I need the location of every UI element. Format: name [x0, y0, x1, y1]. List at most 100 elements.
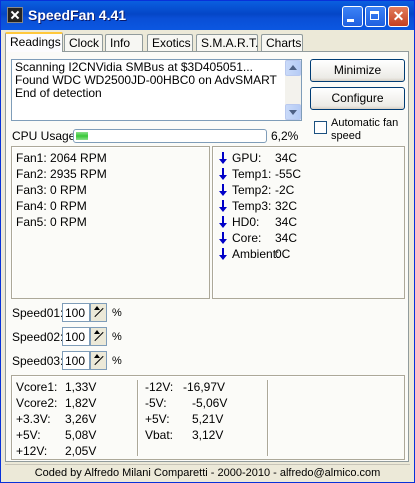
fan-readings: Fan1: 2064 RPM Fan2: 2935 RPM Fan3: 0 RP…: [11, 146, 210, 299]
temp-value: -2C: [275, 183, 295, 197]
voltage-value: 1,33V: [65, 380, 97, 394]
tab-info[interactable]: Info: [105, 34, 143, 51]
fan-value: 0 RPM: [50, 215, 87, 229]
close-icon: ✕: [392, 8, 405, 24]
log-text: Scanning I2CNVidia SMBus at $3D405051...…: [15, 61, 277, 100]
speed03-input[interactable]: 100: [62, 351, 90, 370]
voltage-label: +12V:: [16, 444, 48, 458]
speed02-spinner[interactable]: [90, 327, 107, 346]
cpu-usage-bar: [73, 129, 267, 143]
fan-label: Fan1:: [16, 151, 47, 165]
tab-charts[interactable]: Charts: [261, 34, 303, 51]
speed02-input[interactable]: 100: [62, 327, 90, 346]
voltage-readings: Vcore1: 1,33V Vcore2: 1,82V +3.3V: 3,26V…: [11, 375, 405, 460]
status-bar-credits: Coded by Alfredo Milani Comparetti - 200…: [5, 464, 410, 481]
voltage-label: -5V:: [145, 396, 167, 410]
temp-label: GPU:: [232, 151, 262, 165]
tab-smart[interactable]: S.M.A.R.T.: [196, 34, 258, 51]
log-scrollbar[interactable]: [285, 60, 301, 120]
voltage-value: 1,82V: [65, 396, 97, 410]
fan-value: 2064 RPM: [50, 151, 107, 165]
speedfan-app-icon[interactable]: [7, 7, 23, 23]
automatic-fan-speed-label[interactable]: Automatic fan speed: [331, 117, 409, 143]
voltage-label: +5V:: [16, 428, 41, 442]
voltage-label: Vbat:: [145, 428, 174, 442]
close-window-button[interactable]: ✕: [388, 6, 409, 27]
temp-label: HD0:: [232, 215, 260, 229]
voltage-value: -5,06V: [192, 396, 228, 410]
maximize-window-button[interactable]: [365, 6, 386, 27]
minimize-button[interactable]: Minimize: [310, 59, 405, 82]
temp-down-arrow-icon: [219, 200, 228, 213]
fan-label: Fan5:: [16, 215, 47, 229]
voltage-value: 3,12V: [192, 428, 224, 442]
temp-label: Core:: [232, 231, 262, 245]
fan-label: Fan3:: [16, 183, 47, 197]
speed03-spinner[interactable]: [90, 351, 107, 370]
speed01-input[interactable]: 100: [62, 303, 90, 322]
voltage-label: +5V:: [145, 412, 170, 426]
fan-value: 0 RPM: [50, 183, 87, 197]
temperature-readings: GPU: 34C Temp1: -55C Temp2: -2C Temp3: 3…: [212, 146, 405, 299]
title-bar[interactable]: SpeedFan 4.41 ✕: [1, 1, 414, 30]
temp-label: Temp3:: [232, 199, 272, 213]
speed01-spinner[interactable]: [90, 303, 107, 322]
voltage-column-divider: [137, 380, 138, 456]
voltage-value: 5,08V: [65, 428, 97, 442]
temp-label: Ambient:: [232, 247, 280, 261]
voltage-value: -16,97V: [183, 380, 226, 394]
speed01-label: Speed01:: [12, 306, 64, 320]
temp-label: Temp1:: [232, 167, 272, 181]
temp-value: -55C: [275, 167, 302, 181]
voltage-label: -12V:: [145, 380, 174, 394]
temp-value: 34C: [275, 231, 298, 245]
automatic-fan-speed-checkbox[interactable]: [314, 121, 327, 134]
speedfan-window: SpeedFan 4.41 ✕ Readings Clock Info Exot…: [0, 0, 415, 483]
fan-row: Fan5: 0 RPM: [16, 215, 87, 229]
tab-exotics[interactable]: Exotics: [147, 34, 193, 51]
scroll-down-button[interactable]: [285, 104, 301, 120]
voltage-column-divider: [267, 380, 268, 456]
fan-value: 0 RPM: [50, 199, 87, 213]
fan-value: 2935 RPM: [50, 167, 107, 181]
minimize-window-button[interactable]: [342, 6, 363, 27]
temp-down-arrow-icon: [219, 168, 228, 181]
voltage-value: 5,21V: [192, 412, 224, 426]
tab-strip: Readings Clock Info Exotics S.M.A.R.T. C…: [5, 32, 410, 52]
tab-clock[interactable]: Clock: [64, 34, 103, 51]
log-line: End of detection: [15, 86, 102, 100]
temp-value: 34C: [275, 151, 298, 165]
fan-label: Fan2:: [16, 167, 47, 181]
voltage-value: 3,26V: [65, 412, 97, 426]
tab-readings[interactable]: Readings: [5, 32, 63, 52]
temp-down-arrow-icon: [219, 232, 228, 245]
speed02-unit: %: [112, 331, 122, 343]
temp-label: Temp2:: [232, 183, 272, 197]
cpu-usage-fill: [76, 132, 88, 140]
voltage-label: Vcore1:: [16, 380, 58, 394]
temp-down-arrow-icon: [219, 248, 228, 261]
configure-button[interactable]: Configure: [310, 87, 405, 110]
voltage-label: +3.3V:: [16, 412, 51, 426]
temp-down-arrow-icon: [219, 184, 228, 197]
speed02-label: Speed02:: [12, 330, 64, 344]
speed01-unit: %: [112, 307, 122, 319]
speed03-label: Speed03:: [12, 354, 64, 368]
cpu-usage-value: 6,2%: [271, 129, 299, 143]
fan-row: Fan4: 0 RPM: [16, 199, 87, 213]
temp-value: 34C: [275, 215, 298, 229]
fan-row: Fan2: 2935 RPM: [16, 167, 107, 181]
speed03-unit: %: [112, 355, 122, 367]
voltage-label: Vcore2:: [16, 396, 58, 410]
scroll-track[interactable]: [285, 80, 301, 100]
fan-label: Fan4:: [16, 199, 47, 213]
fan-row: Fan1: 2064 RPM: [16, 151, 107, 165]
voltage-value: 2,05V: [65, 444, 97, 458]
window-title: SpeedFan 4.41: [28, 7, 127, 23]
temp-down-arrow-icon: [219, 216, 228, 229]
fan-row: Fan3: 0 RPM: [16, 183, 87, 197]
detection-log[interactable]: Scanning I2CNVidia SMBus at $3D405051...…: [11, 59, 302, 121]
scroll-up-button[interactable]: [285, 60, 301, 76]
cpu-usage-label: CPU Usage: [12, 129, 76, 143]
temp-value: 32C: [275, 199, 298, 213]
